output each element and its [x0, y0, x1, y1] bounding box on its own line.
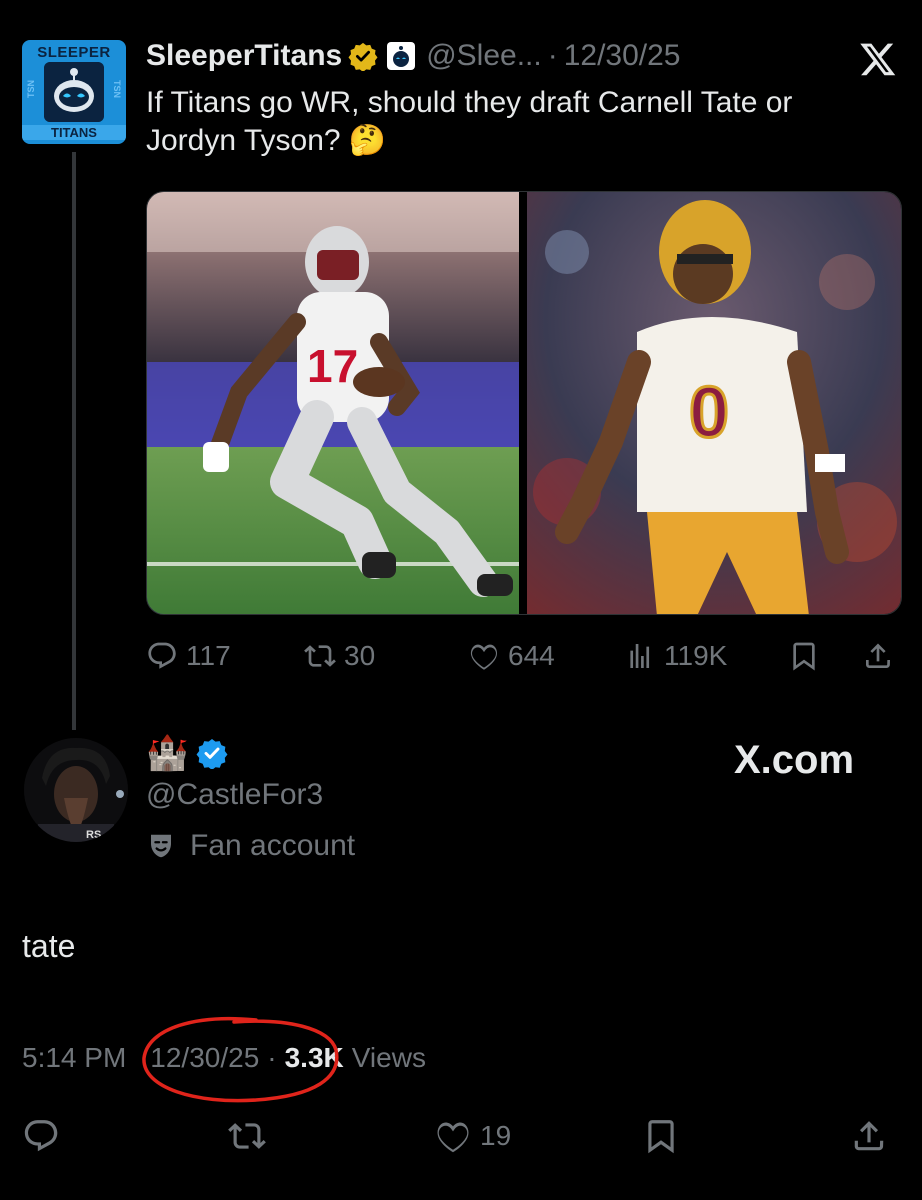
reply-count: 117 [186, 640, 231, 671]
fan-mask-icon [151, 834, 171, 858]
parent-tweet-header: SleeperTitans @Slee... · 12/30/25 [146, 36, 681, 76]
parent-display-name[interactable]: SleeperTitans [146, 39, 342, 73]
reply-meta: 5:14 PM 12/30/25 · 3.3K Views [22, 1038, 426, 1078]
reply-display-name[interactable]: 🏰 [146, 730, 228, 776]
sleeper-titans-avatar[interactable]: SLEEPER TSN TSN TITANS [22, 40, 126, 144]
like-button[interactable]: 644 [468, 636, 555, 676]
parent-handle[interactable]: @Slee... [426, 39, 542, 73]
parent-tweet-text: If Titans go WR, should they draft Carne… [146, 86, 793, 157]
repost-icon [228, 1123, 266, 1149]
reply-views-label: Views [351, 1042, 426, 1073]
meta-separator: · [267, 1042, 277, 1073]
castlefor3-avatar[interactable]: RS [24, 738, 128, 842]
online-dot [116, 790, 124, 798]
reply-repost-button[interactable] [228, 1116, 266, 1156]
share-icon [854, 1121, 884, 1151]
reply-button[interactable]: 117 [146, 636, 231, 676]
share-button[interactable] [862, 636, 894, 676]
like-count: 644 [508, 640, 555, 671]
tweet-media-grid[interactable]: 17 0 [146, 191, 902, 615]
like-icon [437, 1122, 469, 1153]
parent-action-bar: 117 30 644 119K [146, 636, 902, 676]
thread-line [72, 152, 76, 730]
repost-count: 30 [344, 640, 376, 671]
views-count: 119K [664, 640, 728, 671]
reply-action-bar: 19 [22, 1116, 902, 1162]
verified-blue-badge-icon [196, 739, 228, 769]
reply-views-count: 3.3K [284, 1042, 344, 1073]
bookmark-icon [793, 642, 815, 671]
reply-icon [148, 642, 176, 669]
jersey-number-0: 0 [689, 373, 729, 453]
avatar-side-text-right: TSN [112, 80, 122, 98]
verified-gold-badge-icon [348, 42, 378, 71]
reply-icon [24, 1120, 58, 1152]
bookmark-icon [648, 1120, 674, 1154]
fan-account-text: Fan account [190, 829, 356, 862]
reply-share-button[interactable] [850, 1116, 888, 1156]
share-icon [866, 643, 890, 668]
avatar-shirt-text: RS [86, 829, 101, 841]
like-icon [470, 644, 498, 670]
x-logo-icon[interactable] [858, 40, 898, 78]
jersey-number-17: 17 [307, 340, 358, 392]
repost-icon [304, 645, 336, 667]
parent-date[interactable]: 12/30/25 [564, 39, 681, 73]
avatar-bottom-text: TITANS [22, 125, 126, 140]
reply-like-button[interactable]: 19 [434, 1116, 511, 1156]
views-button[interactable]: 119K [624, 636, 727, 676]
reply-date[interactable]: 12/30/25 [150, 1042, 259, 1074]
reply-like-count: 19 [480, 1120, 512, 1151]
robot-logo-icon [44, 62, 104, 122]
x-com-watermark: X.com [734, 738, 855, 782]
fan-account-label: Fan account [146, 826, 355, 866]
castle-emoji: 🏰 [146, 734, 189, 772]
avatar-top-text: SLEEPER [37, 44, 111, 61]
repost-button[interactable]: 30 [304, 636, 375, 676]
header-separator: · [547, 39, 558, 72]
reply-time[interactable]: 5:14 PM [22, 1042, 126, 1074]
bookmark-button[interactable] [788, 636, 820, 676]
photo-wr-arizona-state[interactable]: 0 [527, 192, 901, 614]
photo-wr-ohio-state[interactable]: 17 [147, 192, 519, 614]
views-icon [630, 644, 650, 668]
reply-handle[interactable]: @CastleFor3 [146, 778, 323, 812]
reply-reply-button[interactable] [22, 1116, 60, 1156]
reply-bookmark-button[interactable] [642, 1116, 680, 1156]
avatar-photo: RS [24, 738, 128, 842]
avatar-side-text-left: TSN [26, 80, 36, 98]
reply-tweet-text: tate [22, 928, 76, 964]
affiliate-badge-icon [387, 42, 416, 70]
